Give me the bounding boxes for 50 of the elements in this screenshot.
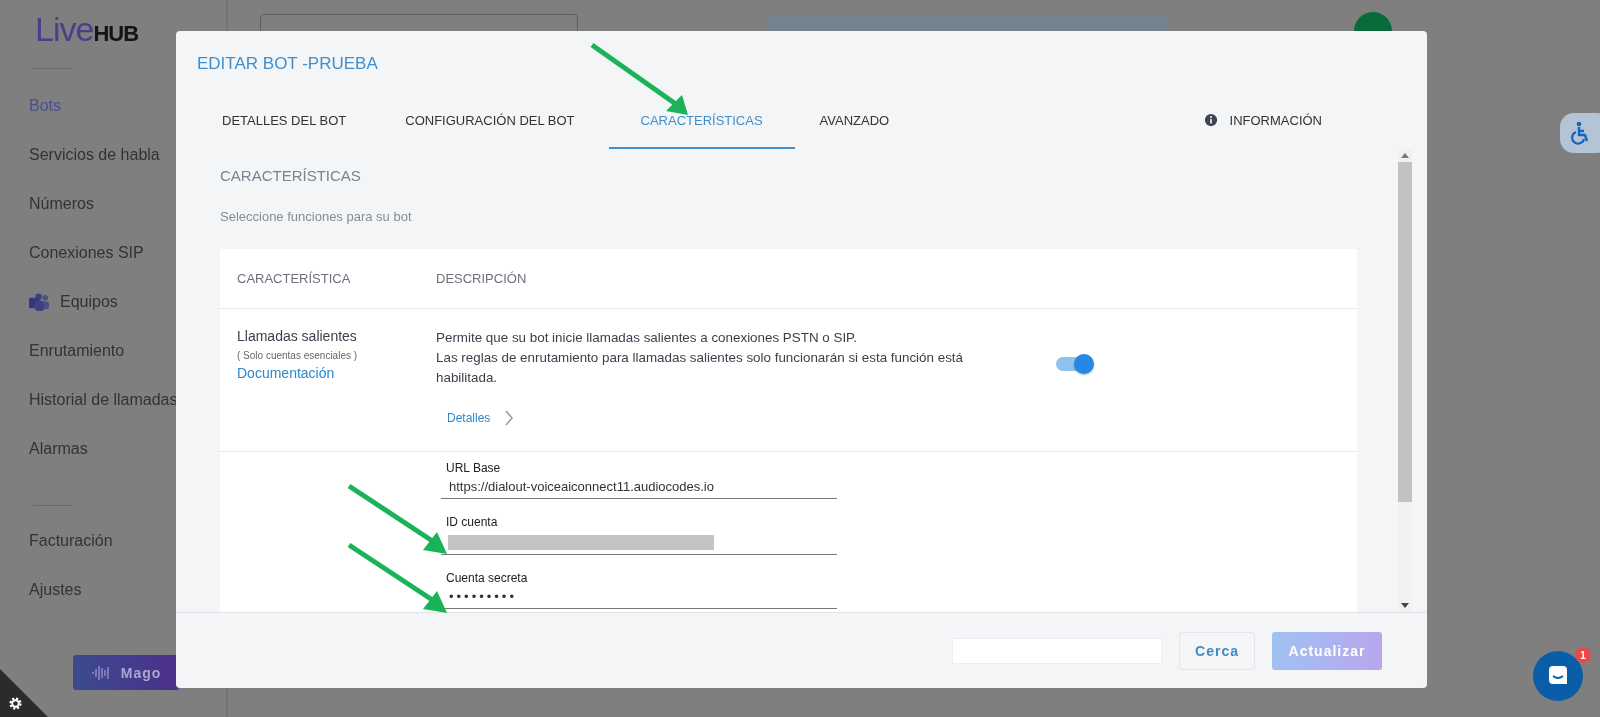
waveform-icon [90, 664, 111, 681]
info-icon [1203, 113, 1218, 127]
sidebar-item[interactable]: Servicios de habla [29, 146, 160, 166]
details-link[interactable]: Detalles [447, 409, 515, 427]
input-field[interactable]: URL Base https://dialout-voiceaiconnect11.audiocodes.io [441, 461, 837, 499]
field-label: Cuenta secreta [446, 571, 529, 585]
tab[interactable]: CONFIGURACIÓN DEL BOT [371, 104, 609, 149]
description-text: Permite que su bot inicie llamadas salientes a conexiones PSTN o SIP. [436, 329, 859, 347]
description-text: Las reglas de enrutamiento para llamadas salientes solo funcionarán si esta función está habilitada. [436, 349, 964, 387]
sidebar-item[interactable]: Historial de llamadas [29, 391, 178, 411]
input-field[interactable]: Cuenta secreta ••••••••• [441, 571, 837, 609]
feature-name: Llamadas salientes [237, 328, 358, 344]
chevron-right-icon [504, 409, 515, 427]
section-title: CARACTERÍSTICAS [220, 167, 362, 184]
chat-button[interactable] [1533, 651, 1583, 701]
info-label: INFORMACIÓN [1229, 113, 1322, 128]
sidebar-item[interactable]: Números [29, 195, 94, 215]
input-field[interactable]: ID cuenta [441, 515, 837, 555]
field-label: URL Base [446, 461, 502, 475]
column-header: CARACTERÍSTICA [236, 271, 352, 286]
notification-badge: 1 [1575, 647, 1591, 663]
wizard-button[interactable]: Mago [73, 655, 179, 690]
logo: LiveHUB [35, 10, 140, 50]
chat-icon [1547, 664, 1569, 686]
scrollbar[interactable] [1398, 149, 1412, 612]
sidebar-item[interactable]: Facturación [29, 532, 113, 552]
info-tab[interactable]: INFORMACIÓN [1178, 104, 1347, 149]
close-button[interactable]: Cerca [1179, 631, 1255, 670]
teams-icon [29, 293, 50, 312]
toggle-switch[interactable] [1056, 357, 1092, 371]
tab[interactable]: DETALLES DEL BOT [197, 104, 372, 149]
sidebar-item[interactable]: Conexiones SIP [29, 244, 144, 264]
scroll-up-icon [1401, 153, 1409, 158]
field-label: ID cuenta [446, 515, 499, 529]
column-header: DESCRIPCIÓN [436, 271, 528, 286]
settings-icon [8, 696, 23, 711]
scroll-down-icon [1401, 603, 1409, 608]
sidebar-item[interactable]: Ajustes [29, 581, 82, 601]
documentation-link[interactable]: Documentación [237, 365, 436, 381]
dialog-title: EDITAR BOT -PRUEBA [196, 53, 379, 75]
sidebar-item[interactable]: Equipos [29, 293, 118, 313]
field-value: https://dialout-voiceaiconnect11.audiocodes.io [448, 479, 715, 494]
sidebar-item[interactable]: Alarmas [29, 440, 88, 460]
tab[interactable]: AVANZADO [794, 104, 915, 149]
accessibility-button[interactable] [1560, 113, 1600, 153]
wheelchair-icon [1570, 121, 1590, 145]
sidebar-item[interactable]: Enrutamiento [29, 342, 125, 362]
password-value: ••••••••• [448, 589, 518, 604]
feature-note: ( Solo cuentas esenciales ) [237, 350, 359, 361]
section-subtitle: Seleccione funciones para su bot [220, 209, 413, 224]
